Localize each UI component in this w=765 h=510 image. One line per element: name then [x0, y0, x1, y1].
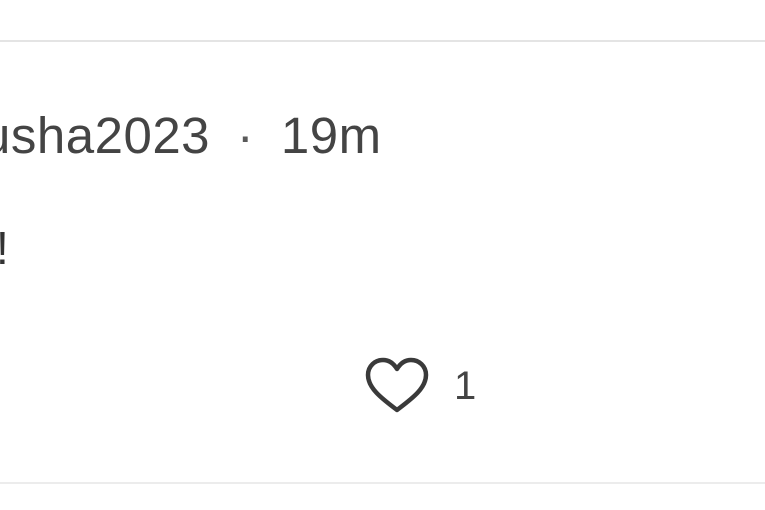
- meta-separator: ·: [236, 107, 255, 164]
- comment-timestamp: 19m: [280, 107, 382, 164]
- comment-screen: usha2023 · 19m ! 1: [0, 0, 765, 510]
- like-button[interactable]: 1: [362, 356, 476, 416]
- bottom-divider: [0, 482, 765, 484]
- username-link[interactable]: usha2023: [0, 107, 210, 164]
- comment-meta: usha2023 · 19m: [0, 106, 382, 166]
- heart-outline-icon[interactable]: [362, 356, 432, 416]
- comment-text: !: [0, 220, 9, 276]
- comment-item: usha2023 · 19m ! 1: [0, 42, 765, 482]
- like-count: 1: [454, 364, 477, 408]
